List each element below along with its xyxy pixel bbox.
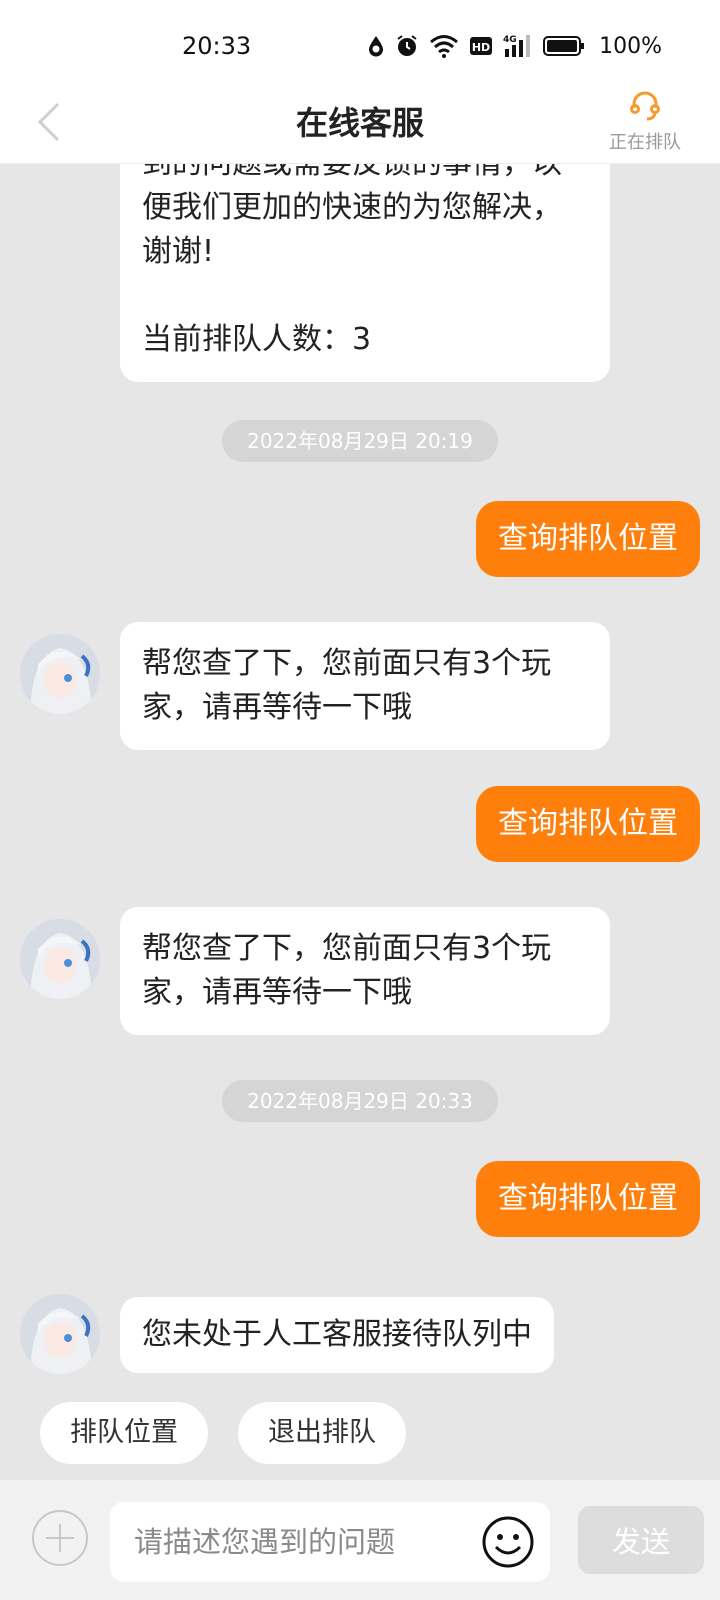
add-attachment-button[interactable] — [30, 1508, 90, 1568]
message-line: 您未处于人工客服接待队列中 — [142, 1317, 532, 1352]
quick-reply-exit-queue[interactable]: 退出排队 — [238, 1402, 406, 1464]
timestamp: 2022年08月29日 20:33 — [222, 1080, 498, 1122]
message-line: 便我们更加的快速的为您解决， — [142, 190, 562, 225]
message-bubble-agent: 帮您查了下，您前面只有3个玩 家，请再等待一下哦 — [120, 622, 610, 750]
message-line: 当前排队人数：3 — [142, 322, 372, 357]
emoji-icon — [482, 1516, 534, 1568]
message-input[interactable] — [134, 1502, 464, 1582]
battery-percent: 100% — [599, 33, 662, 59]
message-line: 帮您查了下，您前面只有3个玩 — [142, 931, 552, 966]
message-line: 家，请再等待一下哦 — [142, 690, 412, 725]
quick-reply-queue-position[interactable]: 排队位置 — [40, 1402, 208, 1464]
message-bubble-user: 查询排队位置 — [476, 501, 700, 577]
message-bubble-user: 查询排队位置 — [476, 786, 700, 862]
drop-icon — [369, 36, 384, 57]
message-line: 到的问题或需要反馈的事情，以 — [142, 164, 588, 186]
status-icons: HD 4G 100% — [367, 32, 662, 60]
headset-icon — [630, 91, 660, 121]
avatar-image — [20, 919, 100, 999]
avatar-image — [20, 634, 100, 714]
avatar[interactable] — [20, 919, 100, 999]
message-input-box — [110, 1502, 550, 1582]
send-button[interactable]: 发送 — [578, 1506, 704, 1574]
message-line: 谢谢! — [142, 234, 215, 269]
status-bar: 20:33 HD 4G 100% — [0, 0, 720, 80]
emoji-button[interactable] — [480, 1514, 536, 1570]
message-line: 家，请再等待一下哦 — [142, 975, 412, 1010]
message-bubble-agent: 帮您查了下，您前面只有3个玩 家，请再等待一下哦 — [120, 907, 610, 1035]
4g-signal-icon: 4G — [503, 35, 531, 57]
message-line: 帮您查了下，您前面只有3个玩 — [142, 646, 552, 681]
avatar[interactable] — [20, 1294, 100, 1374]
message-bubble-agent: 您未处于人工客服接待队列中 — [120, 1297, 554, 1373]
status-time: 20:33 — [182, 32, 252, 60]
queue-status[interactable]: 正在排队 — [600, 90, 690, 154]
battery-icon — [543, 36, 585, 56]
plus-icon — [32, 1510, 88, 1566]
message-line — [142, 274, 588, 318]
wifi-icon — [430, 35, 459, 58]
avatar[interactable] — [20, 634, 100, 714]
svg-text:HD: HD — [472, 41, 490, 54]
input-bar: 发送 — [0, 1480, 720, 1600]
chat-area[interactable]: 到的问题或需要反馈的事情，以 便我们更加的快速的为您解决， 谢谢! 当前排队人数… — [0, 164, 720, 1480]
message-bubble-user: 查询排队位置 — [476, 1161, 700, 1237]
message-bubble-agent: 到的问题或需要反馈的事情，以 便我们更加的快速的为您解决， 谢谢! 当前排队人数… — [120, 164, 610, 382]
hd-icon: HD — [470, 37, 493, 55]
queue-status-label: 正在排队 — [609, 132, 681, 153]
alarm-icon — [397, 35, 417, 56]
title-bar: 在线客服 正在排队 — [0, 80, 720, 164]
timestamp: 2022年08月29日 20:19 — [222, 420, 498, 462]
avatar-image — [20, 1294, 100, 1374]
svg-text:4G: 4G — [503, 35, 517, 45]
